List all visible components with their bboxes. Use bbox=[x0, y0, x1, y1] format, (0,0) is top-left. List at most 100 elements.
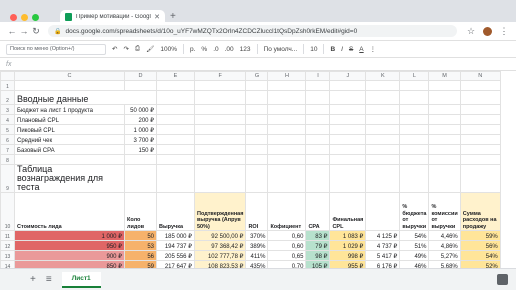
column-header[interactable]: M bbox=[428, 71, 461, 81]
cell[interactable] bbox=[245, 104, 269, 115]
cell-l[interactable]: 54% bbox=[399, 230, 430, 241]
cell[interactable] bbox=[305, 164, 331, 193]
undo-icon[interactable]: ↶ bbox=[112, 45, 117, 53]
currency-button[interactable]: р. bbox=[190, 46, 195, 53]
font-select[interactable]: По умолч... bbox=[264, 46, 298, 53]
paint-format-icon[interactable]: 🖌 bbox=[146, 45, 154, 53]
cell[interactable] bbox=[245, 154, 269, 165]
cell-j[interactable]: 998 ₽ bbox=[329, 250, 367, 261]
header-cell[interactable]: Стоимость лида bbox=[14, 192, 125, 231]
column-header[interactable]: I bbox=[305, 71, 331, 81]
cell[interactable] bbox=[329, 134, 367, 145]
cell-n[interactable]: 59% bbox=[459, 230, 501, 241]
cell-c[interactable]: 900 ₽ bbox=[14, 250, 125, 261]
percent-button[interactable]: % bbox=[201, 46, 207, 53]
formula-bar[interactable]: fx bbox=[0, 58, 516, 71]
row-header[interactable]: 5 bbox=[0, 124, 15, 135]
cell-l[interactable]: 46% bbox=[399, 260, 430, 268]
cell[interactable] bbox=[305, 80, 331, 91]
cell[interactable] bbox=[245, 124, 269, 135]
row-header[interactable]: 1 bbox=[0, 80, 15, 91]
row-header[interactable]: 11 bbox=[0, 230, 15, 241]
cell-l[interactable]: 51% bbox=[399, 240, 430, 251]
header-cell[interactable]: Выручка bbox=[156, 192, 195, 231]
cell[interactable] bbox=[124, 80, 157, 91]
cell-g[interactable]: 435% bbox=[245, 260, 269, 268]
cell[interactable] bbox=[305, 114, 331, 125]
italic-button[interactable]: I bbox=[341, 46, 343, 53]
cell[interactable] bbox=[459, 104, 501, 115]
cell[interactable] bbox=[329, 114, 367, 125]
cell-m[interactable]: 5,68% bbox=[428, 260, 461, 268]
header-cell[interactable]: Подтвержденная выручка (Апрув 50%) bbox=[193, 192, 247, 231]
header-cell[interactable]: CPA bbox=[305, 192, 331, 231]
cell[interactable] bbox=[365, 144, 401, 155]
select-all-corner[interactable] bbox=[0, 71, 15, 81]
explore-icon[interactable] bbox=[497, 274, 508, 285]
cell-i[interactable]: 98 ₽ bbox=[305, 250, 331, 261]
cell[interactable] bbox=[193, 144, 247, 155]
column-header[interactable]: D bbox=[124, 71, 157, 81]
column-header[interactable]: G bbox=[245, 71, 269, 81]
cell[interactable] bbox=[365, 164, 401, 193]
cell-d[interactable]: 53 bbox=[124, 240, 157, 251]
cell[interactable] bbox=[245, 164, 269, 193]
cell[interactable] bbox=[267, 144, 307, 155]
cell[interactable] bbox=[305, 104, 331, 115]
cell[interactable] bbox=[399, 164, 430, 193]
header-cell[interactable]: Финальная CPL bbox=[329, 192, 367, 231]
cell[interactable] bbox=[365, 154, 401, 165]
header-cell[interactable]: % комиссии от выручки bbox=[428, 192, 461, 231]
cell[interactable] bbox=[399, 104, 430, 115]
cell[interactable] bbox=[305, 144, 331, 155]
row-header[interactable]: 8 bbox=[0, 154, 15, 165]
cell[interactable] bbox=[193, 90, 247, 105]
cell-e[interactable]: 185 000 ₽ bbox=[156, 230, 195, 241]
cell[interactable] bbox=[399, 90, 430, 105]
column-header[interactable]: L bbox=[399, 71, 430, 81]
cell[interactable] bbox=[267, 104, 307, 115]
cell[interactable] bbox=[305, 134, 331, 145]
cell[interactable] bbox=[329, 144, 367, 155]
cell-h[interactable]: 0,60 bbox=[267, 240, 307, 251]
add-sheet-button[interactable]: + bbox=[30, 274, 36, 285]
close-window-button[interactable] bbox=[10, 14, 17, 21]
cell-f[interactable]: 108 823,53 ₽ bbox=[193, 260, 247, 268]
cell-label[interactable]: Средний чек bbox=[14, 134, 125, 145]
column-header[interactable]: E bbox=[156, 71, 195, 81]
cell[interactable] bbox=[399, 134, 430, 145]
cell-f[interactable]: 92 500,00 ₽ bbox=[193, 230, 247, 241]
cell[interactable] bbox=[365, 104, 401, 115]
cell[interactable] bbox=[193, 164, 247, 193]
header-cell[interactable]: Сумма расходов на продажу bbox=[459, 192, 501, 231]
maximize-window-button[interactable] bbox=[32, 14, 39, 21]
cell-f[interactable]: 97 368,42 ₽ bbox=[193, 240, 247, 251]
cell[interactable] bbox=[365, 134, 401, 145]
cell[interactable] bbox=[193, 114, 247, 125]
all-sheets-button[interactable]: ≡ bbox=[46, 274, 52, 285]
cell[interactable] bbox=[365, 124, 401, 135]
star-icon[interactable]: ☆ bbox=[465, 26, 477, 37]
row-header[interactable]: 2 bbox=[0, 90, 15, 105]
cell-i[interactable]: 83 ₽ bbox=[305, 230, 331, 241]
cell[interactable] bbox=[14, 154, 125, 165]
cell[interactable] bbox=[267, 134, 307, 145]
cell[interactable] bbox=[245, 90, 269, 105]
cell[interactable] bbox=[459, 124, 501, 135]
cell[interactable] bbox=[305, 90, 331, 105]
row-header[interactable]: 4 bbox=[0, 114, 15, 125]
cell[interactable] bbox=[428, 134, 461, 145]
cell[interactable] bbox=[156, 154, 195, 165]
cell[interactable] bbox=[365, 90, 401, 105]
cell[interactable] bbox=[399, 124, 430, 135]
cell[interactable] bbox=[365, 114, 401, 125]
cell-n[interactable]: 54% bbox=[459, 250, 501, 261]
cell-label[interactable]: Пиковый CPL bbox=[14, 124, 125, 135]
section-title-reward-table[interactable]: Таблица вознаграждения для теста bbox=[14, 164, 125, 193]
cell-h[interactable]: 0,70 bbox=[267, 260, 307, 268]
column-header[interactable]: K bbox=[365, 71, 401, 81]
cell[interactable] bbox=[14, 80, 125, 91]
cell-value[interactable]: 1 000 ₽ bbox=[124, 124, 157, 135]
cell-value[interactable]: 50 000 ₽ bbox=[124, 104, 157, 115]
cell[interactable] bbox=[156, 80, 195, 91]
